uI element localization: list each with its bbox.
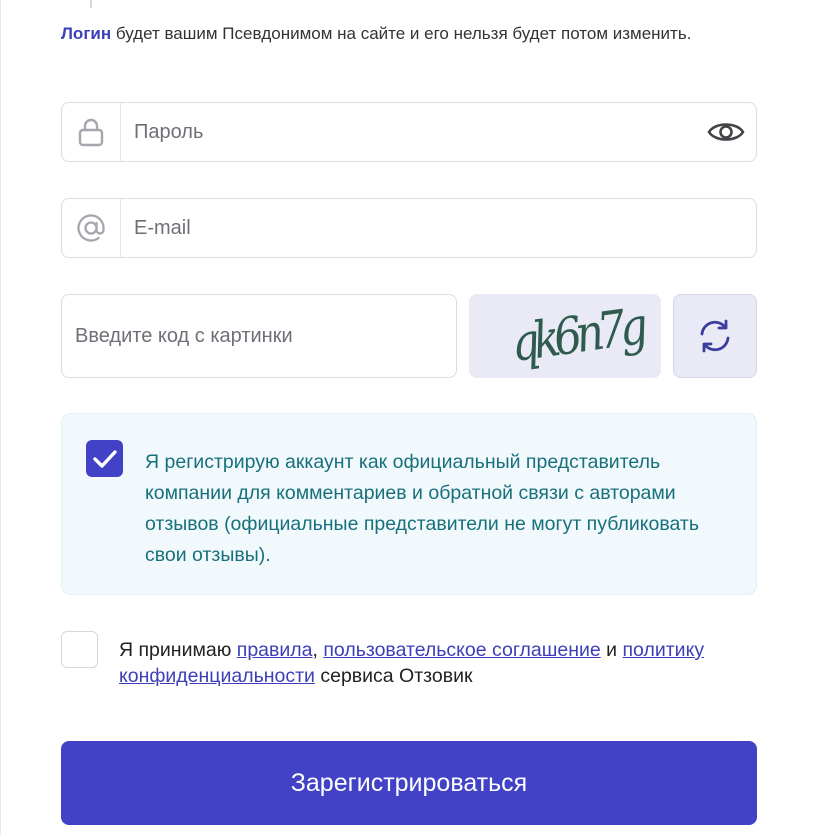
rules-link[interactable]: правила xyxy=(237,639,313,661)
eye-icon xyxy=(707,123,745,141)
top-divider-tick xyxy=(90,0,92,8)
agreement-checkbox[interactable] xyxy=(61,631,98,668)
password-field xyxy=(61,102,757,162)
refresh-icon xyxy=(700,319,730,353)
official-representative-box: Я регистрирую аккаунт как официальный пр… xyxy=(61,413,757,595)
user-agreement-link[interactable]: пользовательское соглашение xyxy=(323,639,600,661)
at-sign-icon xyxy=(77,214,105,242)
register-button[interactable]: Зарегистрироваться xyxy=(61,741,757,825)
left-divider xyxy=(0,0,1,835)
show-password-button[interactable] xyxy=(696,103,756,161)
checkmark-icon xyxy=(92,449,117,468)
agreement-text: Я принимаю правила, пользовательское сог… xyxy=(119,637,739,689)
login-hint-highlight: Логин xyxy=(61,24,112,43)
email-field xyxy=(61,198,757,258)
agreement-comma: , xyxy=(312,639,324,661)
captcha-refresh-button[interactable] xyxy=(673,294,757,378)
password-icon-cell xyxy=(62,103,121,161)
login-hint: Логин будет вашим Псевдонимом на сайте и… xyxy=(61,22,741,45)
official-representative-text: Я регистрирую аккаунт как официальный пр… xyxy=(145,451,700,566)
password-input[interactable] xyxy=(121,103,696,161)
registration-form: Логин будет вашим Псевдонимом на сайте и… xyxy=(0,0,813,835)
lock-icon xyxy=(78,118,104,147)
email-input[interactable] xyxy=(121,199,756,257)
login-hint-text: будет вашим Псевдонимом на сайте и его н… xyxy=(111,24,692,43)
email-icon-cell xyxy=(62,199,121,257)
captcha-input[interactable] xyxy=(62,295,456,377)
captcha-image-text: qk6n7g xyxy=(507,297,646,374)
agreement-and: и xyxy=(600,639,623,661)
agreement-prefix: Я принимаю xyxy=(119,639,237,661)
captcha-field xyxy=(61,294,457,378)
captcha-image: qk6n7g xyxy=(469,294,661,378)
official-representative-checkbox[interactable] xyxy=(86,440,123,477)
agreement-suffix: сервиса Отзовик xyxy=(314,665,473,687)
